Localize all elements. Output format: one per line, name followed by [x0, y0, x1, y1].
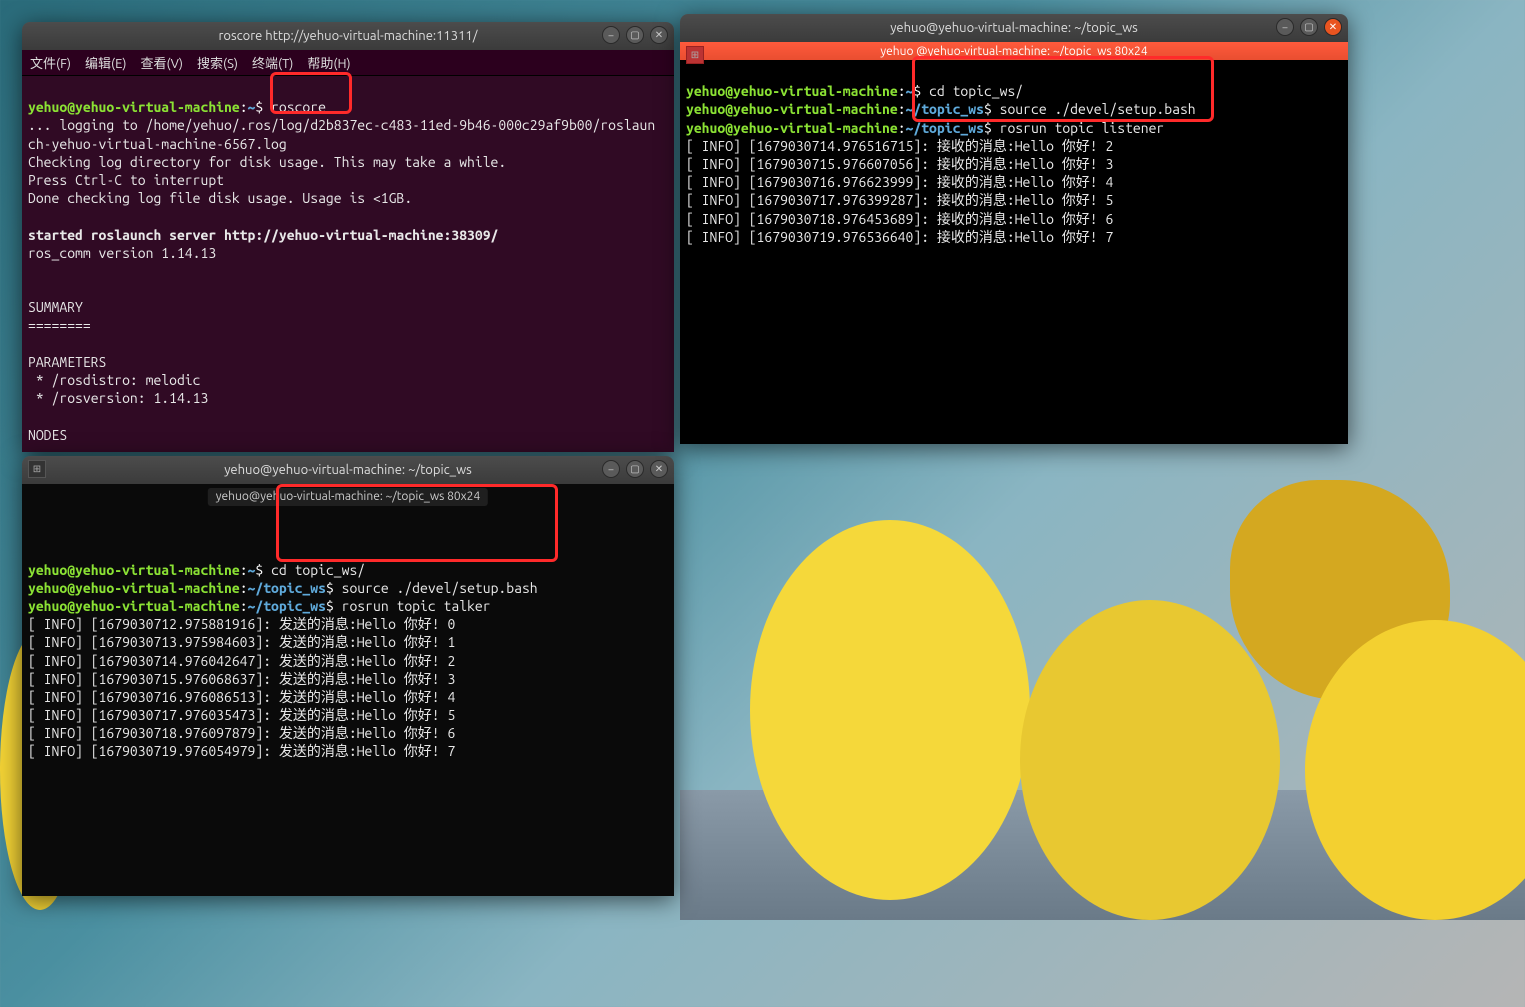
info-line: [ INFO] [1679030718.976453689]: 接收的消息:He…	[686, 211, 1113, 227]
output-line: * /rosdistro: melodic	[28, 372, 200, 388]
maximize-button[interactable]: ▢	[626, 26, 644, 44]
minimize-button[interactable]: –	[602, 26, 620, 44]
maximize-button[interactable]: ▢	[626, 460, 644, 478]
info-line: [ INFO] [1679030715.976607056]: 接收的消息:He…	[686, 156, 1113, 172]
window-controls: – ▢ ✕	[602, 26, 668, 44]
prompt-path: ~/topic_ws	[248, 580, 326, 596]
info-line: [ INFO] [1679030714.976516715]: 接收的消息:He…	[686, 138, 1113, 154]
menubar: 文件(F) 编辑(E) 查看(V) 搜索(S) 终端(T) 帮助(H)	[22, 50, 674, 76]
info-line: [ INFO] [1679030719.976054979]: 发送的消息:He…	[28, 743, 455, 759]
terminal-body[interactable]: yehuo@yehuo-virtual-machine:~$ roscore .…	[22, 76, 674, 452]
menu-file[interactable]: 文件(F)	[30, 53, 71, 72]
output-line: SUMMARY	[28, 299, 83, 315]
bg-shape	[750, 520, 1030, 900]
output-line: ========	[28, 317, 91, 333]
command-text: cd topic_ws/	[271, 562, 365, 578]
command-text: roscore	[271, 99, 326, 115]
bg-shape	[1020, 600, 1280, 920]
active-tab-bar[interactable]: ⊞ yehuo @yehuo-virtual-machine: ~/topic_…	[680, 42, 1348, 60]
prompt-user: yehuo@yehuo-virtual-machine	[28, 562, 240, 578]
window-controls: – ▢ ✕	[602, 460, 668, 478]
command-text: source ./devel/setup.bash	[342, 580, 538, 596]
window-title: yehuo@yehuo-virtual-machine: ~/topic_ws	[890, 21, 1138, 35]
prompt-user: yehuo@yehuo-virtual-machine	[28, 580, 240, 596]
info-line: [ INFO] [1679030716.976623999]: 接收的消息:He…	[686, 174, 1113, 190]
terminal-window-roscore[interactable]: roscore http://yehuo-virtual-machine:113…	[22, 22, 674, 452]
window-title: roscore http://yehuo-virtual-machine:113…	[218, 29, 477, 43]
prompt-user: yehuo@yehuo-virtual-machine	[686, 101, 898, 117]
close-button[interactable]: ✕	[650, 460, 668, 478]
output-line: Press Ctrl-C to interrupt	[28, 172, 224, 188]
info-line: [ INFO] [1679030719.976536640]: 接收的消息:He…	[686, 229, 1113, 245]
menu-terminal[interactable]: 终端(T)	[252, 53, 293, 72]
info-line: [ INFO] [1679030717.976399287]: 接收的消息:He…	[686, 192, 1113, 208]
window-controls: – ▢ ✕	[1276, 18, 1342, 36]
menu-edit[interactable]: 编辑(E)	[85, 53, 126, 72]
titlebar[interactable]: roscore http://yehuo-virtual-machine:113…	[22, 22, 674, 50]
output-line: started roslaunch server http://yehuo-vi…	[28, 227, 498, 243]
output-line: ch-yehuo-virtual-machine-6567.log	[28, 136, 287, 152]
minimize-button[interactable]: –	[1276, 18, 1294, 36]
command-text: cd topic_ws/	[929, 83, 1023, 99]
output-line: ros_comm version 1.14.13	[28, 245, 216, 261]
command-text: source ./devel/setup.bash	[1000, 101, 1196, 117]
info-line: [ INFO] [1679030715.976068637]: 发送的消息:He…	[28, 671, 455, 687]
info-line: [ INFO] [1679030712.975881916]: 发送的消息:He…	[28, 616, 455, 632]
prompt-path: ~/topic_ws	[906, 120, 984, 136]
maximize-button[interactable]: ▢	[1300, 18, 1318, 36]
terminal-body[interactable]: yehuo@yehuo-virtual-machine: ~/topic_ws …	[22, 484, 674, 896]
prompt-user: yehuo@yehuo-virtual-machine	[686, 120, 898, 136]
close-button[interactable]: ✕	[650, 26, 668, 44]
titlebar[interactable]: ⊞ yehuo@yehuo-virtual-machine: ~/topic_w…	[22, 456, 674, 484]
output-line: NODES	[28, 427, 67, 443]
titlebar[interactable]: yehuo@yehuo-virtual-machine: ~/topic_ws …	[680, 14, 1348, 42]
output-line: Checking log directory for disk usage. T…	[28, 154, 506, 170]
prompt-user: yehuo@yehuo-virtual-machine	[28, 598, 240, 614]
terminal-body[interactable]: yehuo@yehuo-virtual-machine:~$ cd topic_…	[680, 60, 1348, 444]
terminal-window-listener[interactable]: yehuo@yehuo-virtual-machine: ~/topic_ws …	[680, 14, 1348, 444]
close-button[interactable]: ✕	[1324, 18, 1342, 36]
menu-view[interactable]: 查看(V)	[141, 53, 183, 72]
terminal-size-label: yehuo@yehuo-virtual-machine: ~/topic_ws …	[208, 488, 488, 506]
output-line: * /rosversion: 1.14.13	[28, 390, 208, 406]
split-icon[interactable]: ⊞	[28, 460, 46, 478]
info-line: [ INFO] [1679030713.975984603]: 发送的消息:He…	[28, 634, 455, 650]
prompt-path: ~/topic_ws	[248, 598, 326, 614]
terminal-size-label: yehuo @yehuo-virtual-machine: ~/topic_ws…	[880, 45, 1147, 58]
menu-help[interactable]: 帮助(H)	[307, 53, 350, 72]
terminal-window-talker[interactable]: ⊞ yehuo@yehuo-virtual-machine: ~/topic_w…	[22, 456, 674, 896]
minimize-button[interactable]: –	[602, 460, 620, 478]
prompt-path: ~/topic_ws	[906, 101, 984, 117]
split-icon[interactable]: ⊞	[686, 46, 704, 64]
info-line: [ INFO] [1679030717.976035473]: 发送的消息:He…	[28, 707, 455, 723]
menu-search[interactable]: 搜索(S)	[197, 53, 238, 72]
info-line: [ INFO] [1679030718.976097879]: 发送的消息:He…	[28, 725, 455, 741]
prompt-user: yehuo@yehuo-virtual-machine	[686, 83, 898, 99]
info-line: [ INFO] [1679030716.976086513]: 发送的消息:He…	[28, 689, 455, 705]
command-text: rosrun topic listener	[1000, 120, 1165, 136]
prompt-user: yehuo@yehuo-virtual-machine	[28, 99, 240, 115]
info-line: [ INFO] [1679030714.976042647]: 发送的消息:He…	[28, 653, 455, 669]
output-line: Done checking log file disk usage. Usage…	[28, 190, 412, 206]
output-line: ... logging to /home/yehuo/.ros/log/d2b8…	[28, 117, 655, 133]
output-line: PARAMETERS	[28, 354, 106, 370]
command-text: rosrun topic talker	[342, 598, 491, 614]
window-title: yehuo@yehuo-virtual-machine: ~/topic_ws	[224, 463, 472, 477]
